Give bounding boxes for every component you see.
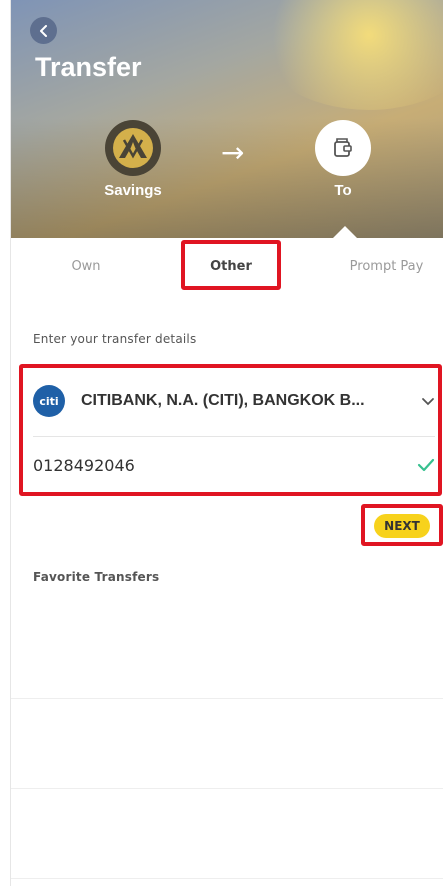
- highlight-other-tab: [181, 240, 281, 290]
- page-title: Transfer: [35, 52, 142, 82]
- wallet-icon: [334, 138, 352, 157]
- tab-prompt-pay-label: Prompt Pay: [349, 258, 424, 274]
- header: Transfer Savings → To: [11, 0, 443, 238]
- highlight-next-button: [361, 504, 443, 546]
- kbank-logo-icon: [113, 128, 153, 168]
- tab-own[interactable]: Own: [41, 238, 131, 294]
- tab-own-label: Own: [71, 258, 101, 274]
- section-title: Enter your transfer details: [33, 332, 197, 346]
- back-icon: [39, 24, 47, 37]
- transfer-screen: Transfer Savings → To Own Other Prompt P…: [10, 0, 443, 886]
- favorite-row-divider: [11, 878, 443, 879]
- tab-prompt-pay[interactable]: Prompt Pay: [329, 238, 443, 294]
- to-account[interactable]: To: [303, 120, 383, 199]
- to-account-label: To: [334, 182, 352, 199]
- selection-notch: [333, 226, 357, 238]
- favorite-row-divider: [11, 698, 443, 699]
- savings-bank-logo: [105, 120, 161, 176]
- favorite-row-divider: [11, 788, 443, 789]
- right-arrow-icon: →: [221, 136, 245, 169]
- favorites-title: Favorite Transfers: [33, 570, 160, 584]
- to-circle: [315, 120, 371, 176]
- from-account[interactable]: Savings: [93, 120, 173, 199]
- back-button[interactable]: [30, 17, 57, 44]
- highlight-transfer-details: [19, 364, 442, 496]
- from-account-label: Savings: [104, 182, 162, 199]
